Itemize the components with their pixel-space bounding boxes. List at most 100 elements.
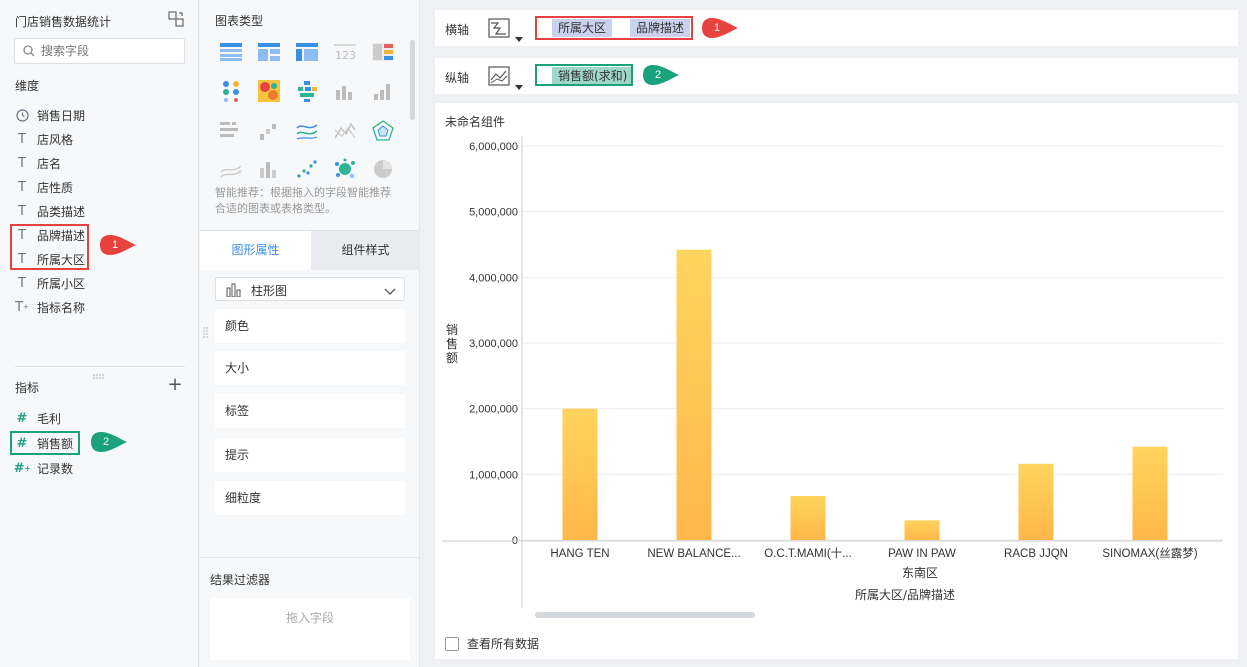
- y-tick-label: 4,000,000: [469, 272, 518, 284]
- field-item-store-nature[interactable]: T 店性质: [15, 177, 73, 197]
- field-item-subregion[interactable]: T 所属小区: [15, 273, 85, 293]
- x-tick-label: RACB JJQN: [1004, 548, 1068, 560]
- highlight-box-y-axis: [535, 64, 633, 86]
- chart-editor: 横轴 所属大区 品牌描述 1 纵轴 销售额(求和) 2 未命名组件 0 1,000…: [421, 0, 1247, 667]
- bar-ascending-icon[interactable]: [372, 80, 398, 104]
- field-label: 品类描述: [37, 204, 86, 219]
- caret-down-icon[interactable]: [515, 31, 523, 45]
- field-label: 所属小区: [37, 276, 86, 291]
- property-granularity[interactable]: 细粒度: [215, 481, 405, 515]
- heatmap-icon[interactable]: [258, 80, 284, 104]
- field-item-metric-name[interactable]: T + 指标名称: [15, 297, 85, 317]
- dot-matrix-icon[interactable]: [220, 80, 246, 104]
- x-axis-label: 横轴: [445, 23, 470, 37]
- chart-h-scrollbar[interactable]: [535, 612, 755, 618]
- field-item-record-count[interactable]: # + 记录数: [14, 458, 73, 478]
- number-type-icon: #: [16, 410, 28, 426]
- field-label: 店风格: [37, 132, 74, 147]
- view-all-label: 查看所有数据: [467, 637, 540, 651]
- field-item-store-name[interactable]: T 店名: [15, 153, 61, 173]
- kpi-table-icon[interactable]: [372, 43, 398, 67]
- area-chart-icon[interactable]: [220, 158, 246, 182]
- add-measure-icon[interactable]: +: [167, 376, 183, 394]
- y-axis-type-icon[interactable]: [488, 66, 510, 89]
- line-chart-icon[interactable]: [296, 120, 322, 144]
- config-panel: 图表类型 123 智能推荐：根据拖入的字段智能推荐合适的图表或表格类型。 图形属…: [200, 0, 420, 667]
- search-input[interactable]: [41, 42, 181, 60]
- resize-grip-icon[interactable]: [93, 368, 105, 379]
- y-axis-title: 销: [446, 323, 458, 337]
- chart-types-title: 图表类型: [215, 14, 264, 28]
- grouped-scatter-icon[interactable]: [296, 80, 322, 104]
- y-axis-title: 售: [446, 336, 458, 351]
- chart-component: 未命名组件 0 1,000,000 2,000,000 3,000,000 4,000,…: [435, 103, 1238, 659]
- switch-dataset-icon[interactable]: [168, 11, 184, 27]
- chevron-down-icon: [384, 285, 396, 299]
- step-badge-2: 2: [642, 64, 680, 86]
- bar: [676, 249, 712, 540]
- field-label: 店名: [37, 156, 62, 171]
- field-item-gross-profit[interactable]: # 毛利: [15, 408, 61, 428]
- y-axis-label: 纵轴: [445, 71, 470, 85]
- table-detail-icon[interactable]: [220, 43, 246, 67]
- bar-gray-icon[interactable]: [334, 80, 360, 104]
- chart-type-select[interactable]: 柱形图: [215, 277, 405, 301]
- polyline-icon[interactable]: [334, 120, 360, 144]
- x-tick-label: SINOMAX(丝露梦): [1102, 547, 1197, 560]
- resize-grip-icon[interactable]: [203, 327, 208, 339]
- property-color[interactable]: 颜色: [215, 309, 405, 343]
- table-cross-icon[interactable]: [296, 43, 322, 67]
- field-search[interactable]: [14, 38, 185, 64]
- field-item-category-desc[interactable]: T 品类描述: [15, 201, 85, 221]
- property-tooltip[interactable]: 提示: [215, 438, 405, 472]
- y-tick-label: 1,000,000: [469, 469, 518, 481]
- field-item-sales-date[interactable]: 销售日期: [15, 105, 85, 125]
- waterfall-icon[interactable]: [258, 120, 284, 144]
- bar: [1132, 446, 1168, 540]
- text-type-icon: T +: [15, 299, 29, 315]
- property-label[interactable]: 标签: [215, 394, 405, 428]
- bubble-icon[interactable]: [334, 158, 360, 182]
- table-group-icon[interactable]: [258, 43, 284, 67]
- field-item-store-style[interactable]: T 店风格: [15, 129, 73, 149]
- y-tick-label: 2,000,000: [469, 404, 518, 416]
- clock-icon: [15, 108, 29, 122]
- filter-divider: [200, 557, 420, 558]
- text-type-icon: T: [18, 203, 26, 219]
- tab-component-style[interactable]: 组件样式: [311, 231, 420, 270]
- kpi-number-icon[interactable]: 123: [334, 43, 360, 67]
- horizontal-bar-icon[interactable]: [220, 120, 246, 144]
- scatter-icon[interactable]: [296, 158, 322, 182]
- chart-types-scrollbar[interactable]: [410, 40, 415, 120]
- view-all-checkbox[interactable]: [445, 636, 459, 651]
- bar: [1018, 463, 1054, 540]
- search-icon: [23, 45, 35, 57]
- tab-graph-properties[interactable]: 图形属性: [200, 231, 311, 270]
- x-axis-type-icon[interactable]: [488, 18, 510, 41]
- dataset-title: 门店销售数据统计: [15, 15, 112, 29]
- stacked-bar-icon[interactable]: [258, 158, 284, 182]
- step-badge-1: 1: [99, 234, 137, 256]
- x-tick-label: O.C.T.MAMI(十...: [764, 546, 852, 560]
- pie-chart-icon[interactable]: [372, 158, 398, 182]
- text-type-icon: T: [18, 275, 26, 291]
- panel-divider: [15, 366, 185, 367]
- bar-chart-icon: [226, 283, 242, 300]
- measures-label: 指标: [15, 381, 40, 395]
- highlight-box-x-axis: [535, 16, 693, 40]
- field-panel: 门店销售数据统计 维度 销售日期 T 店风格 T 店名 T 店性质 T 品类描述…: [0, 0, 199, 667]
- caret-down-icon[interactable]: [515, 79, 523, 93]
- text-type-icon: T: [18, 155, 26, 171]
- recommend-hint: 智能推荐：根据拖入的字段智能推荐合适的图表或表格类型。: [215, 186, 391, 215]
- bar: [790, 496, 826, 540]
- radar-icon[interactable]: [372, 120, 398, 144]
- result-filter-title: 结果过滤器: [210, 573, 271, 587]
- field-label: 毛利: [37, 411, 62, 426]
- text-type-icon: T: [18, 179, 26, 195]
- property-size[interactable]: 大小: [215, 351, 405, 385]
- step-badge-2: 2: [90, 431, 128, 453]
- result-filter-dropzone[interactable]: 拖入字段: [210, 598, 410, 660]
- bar: [904, 520, 940, 540]
- highlight-box-dimensions: [10, 224, 89, 270]
- view-all-data[interactable]: 查看所有数据: [445, 635, 539, 652]
